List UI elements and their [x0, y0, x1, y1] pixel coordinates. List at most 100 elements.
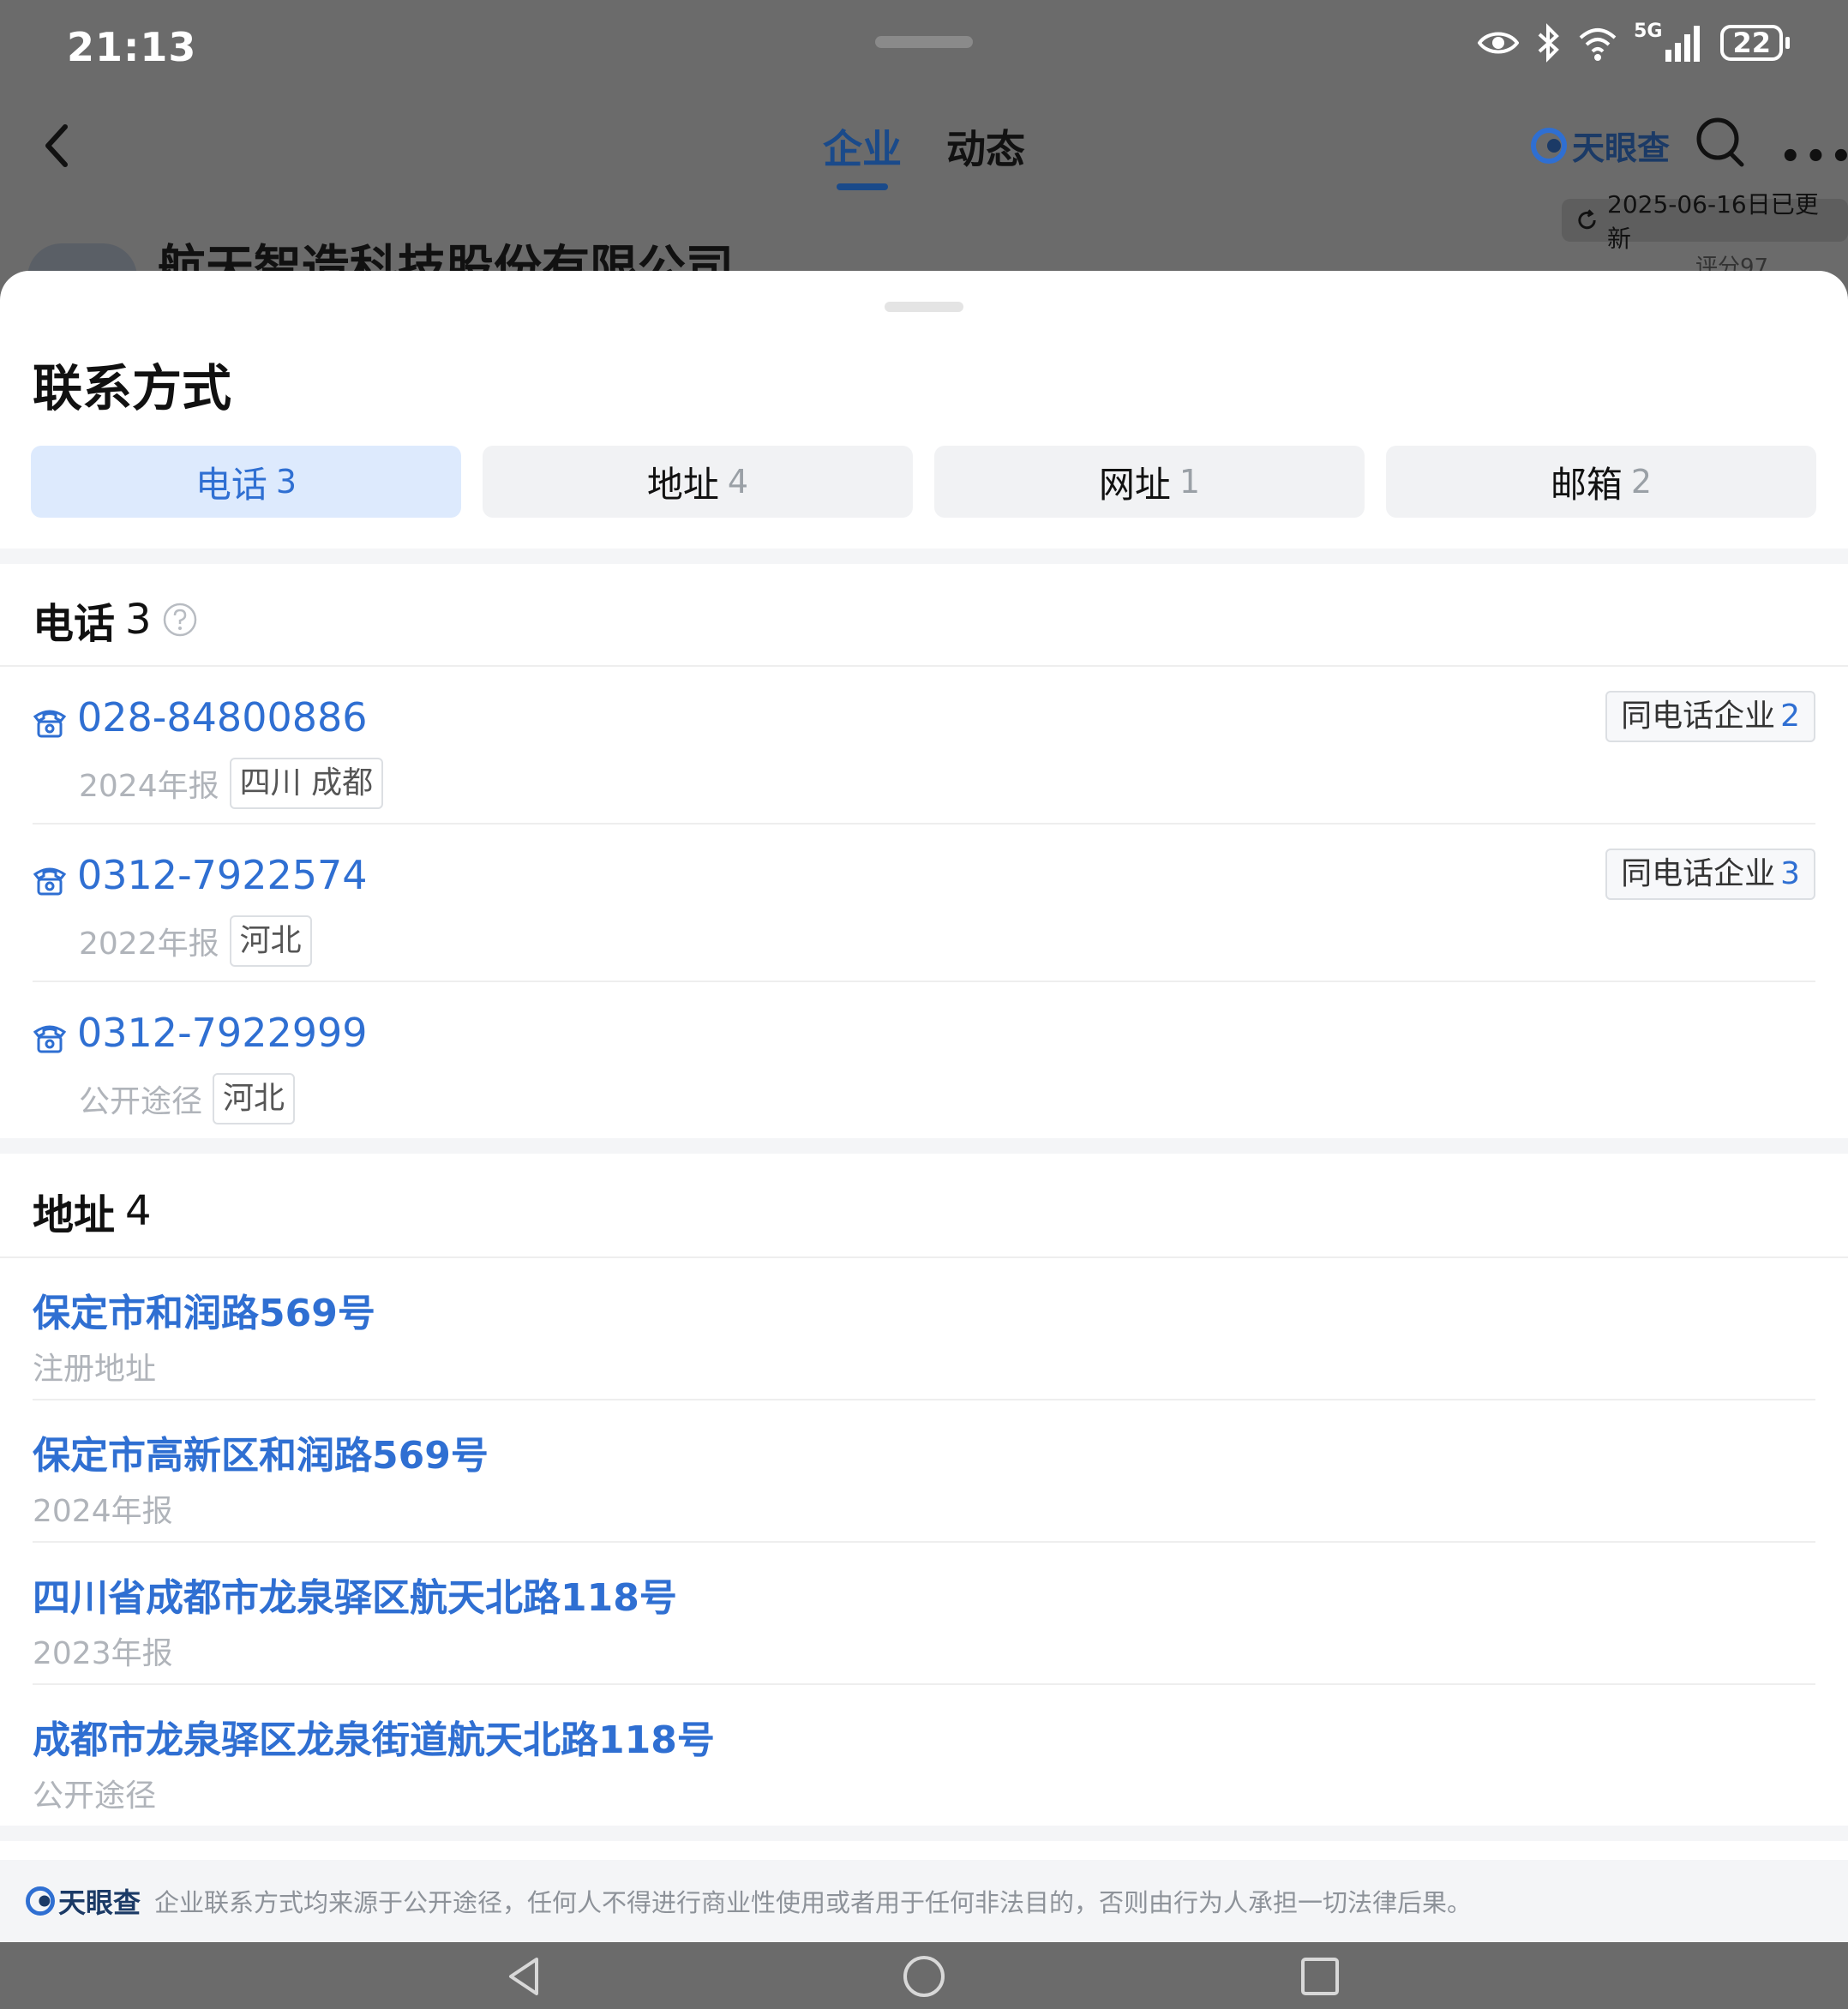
address-source: 注册地址	[33, 1352, 157, 1387]
nav-home-icon[interactable]	[902, 1954, 946, 1999]
brand-logo: 天眼查	[1531, 122, 1670, 169]
region-tag: 四川 成都	[229, 758, 384, 809]
phone-source: 2024年报	[79, 769, 219, 804]
address-section-title: 地址 4	[33, 1181, 152, 1241]
phone-source: 2022年报	[79, 927, 219, 962]
sheet-title: 联系方式	[33, 359, 232, 417]
company-score: 评分97	[1695, 255, 1769, 271]
divider	[0, 665, 1848, 667]
brand-name: 天眼查	[1572, 129, 1671, 167]
address-item[interactable]: 保定市高新区和润路569号 2024年报	[33, 1424, 1815, 1567]
disclaimer-footer: 天眼查 企业联系方式均来源于公开途径，任何人不得进行商业性使用或者用于任何非法目…	[0, 1860, 1848, 1942]
phone-meta: 2024年报 四川 成都	[79, 758, 384, 809]
telephone-icon	[33, 1025, 67, 1053]
help-icon[interactable]	[162, 602, 198, 638]
same-count: 3	[1780, 856, 1800, 891]
phone-item: 028-84800886 2024年报 四川 成都 同电话企业 2	[33, 691, 1815, 845]
phone-meta: 公开途径 河北	[79, 1073, 296, 1124]
same-label: 同电话企业	[1621, 699, 1776, 734]
app-top-bar: 企业 动态 天眼查 •••	[0, 94, 1848, 197]
phone-meta: 2022年报 河北	[79, 915, 312, 967]
tab-company[interactable]: 企业	[823, 118, 902, 175]
region-tag: 河北	[213, 1073, 296, 1124]
tab-address[interactable]: 地址 4	[483, 446, 913, 518]
address-text[interactable]: 保定市和润路569号	[33, 1282, 375, 1337]
status-bar: 21:13 5G 22	[0, 0, 1848, 94]
network-type: 5G	[1634, 20, 1663, 42]
footer-brand-name: 天眼查	[58, 1886, 141, 1919]
tab-label: 地址	[646, 463, 719, 506]
tab-count: 4	[727, 463, 749, 501]
sheet-drag-handle[interactable]	[885, 302, 963, 312]
wifi-icon	[1579, 28, 1617, 61]
section-count: 4	[125, 1187, 152, 1235]
brand-mark-icon	[1531, 127, 1567, 164]
nav-recents-icon[interactable]	[1298, 1954, 1342, 1999]
more-icon[interactable]: •••	[1779, 137, 1848, 177]
tab-count: 1	[1179, 463, 1201, 501]
address-text[interactable]: 成都市龙泉驿区龙泉街道航天北路118号	[33, 1709, 715, 1764]
tab-label: 邮箱	[1550, 463, 1623, 506]
update-status-chip: 2025-06-16日已更新	[1562, 190, 1848, 253]
search-icon[interactable]	[1694, 115, 1749, 170]
contact-sheet: 联系方式 电话 3 地址 4 网址 1 邮箱 2 电话 3 028-84800886 2…	[0, 271, 1848, 1942]
battery-icon: 22	[1720, 25, 1790, 61]
telephone-icon	[33, 710, 67, 738]
tab-phone[interactable]: 电话 3	[31, 446, 461, 518]
phone-item: 0312-7922574 2022年报 河北 同电话企业 3	[33, 849, 1815, 1003]
bluetooth-icon	[1538, 23, 1559, 63]
divider	[33, 981, 1815, 982]
back-icon[interactable]	[31, 115, 82, 177]
tab-website[interactable]: 网址 1	[934, 446, 1365, 518]
tab-label: 电话	[195, 463, 267, 506]
section-count: 3	[125, 596, 152, 644]
same-phone-companies-button[interactable]: 同电话企业 2	[1605, 691, 1815, 742]
updated-text: 2025-06-16日已更新	[1607, 190, 1819, 253]
address-text[interactable]: 四川省成都市龙泉驿区航天北路118号	[33, 1567, 677, 1622]
refresh-icon	[1578, 209, 1596, 230]
tab-count: 2	[1630, 463, 1653, 501]
address-text[interactable]: 保定市高新区和润路569号	[33, 1424, 489, 1479]
phone-number[interactable]: 0312-7922999	[77, 1010, 368, 1056]
region-tag: 河北	[229, 915, 312, 967]
divider	[0, 1256, 1848, 1258]
tab-email[interactable]: 邮箱 2	[1386, 446, 1816, 518]
phone-section-title: 电话 3	[33, 590, 198, 650]
phone-item: 0312-7922999 公开途径 河北	[33, 1006, 1815, 1160]
section-title-text: 电话	[33, 600, 116, 648]
tab-label: 网址	[1098, 463, 1171, 506]
tab-active-indicator	[837, 183, 888, 190]
address-source: 公开途径	[33, 1778, 157, 1814]
divider	[33, 1399, 1815, 1400]
address-item[interactable]: 保定市和润路569号 注册地址	[33, 1282, 1815, 1424]
same-label: 同电话企业	[1621, 856, 1776, 891]
divider	[33, 1683, 1815, 1685]
system-navigation-bar	[0, 1942, 1848, 2009]
eye-icon	[1478, 32, 1520, 54]
company-name: 航天智造科技股份有限公司	[158, 241, 734, 271]
address-item[interactable]: 四川省成都市龙泉驿区航天北路118号 2023年报	[33, 1567, 1815, 1709]
section-divider	[0, 549, 1848, 564]
phone-number[interactable]: 028-84800886	[77, 694, 368, 741]
section-divider	[0, 1826, 1848, 1841]
divider	[33, 823, 1815, 825]
notch-indicator	[875, 36, 973, 48]
divider	[33, 1541, 1815, 1543]
tab-dynamics[interactable]: 动态	[946, 118, 1025, 175]
phone-source: 公开途径	[79, 1084, 203, 1119]
section-title-text: 地址	[33, 1191, 116, 1239]
status-icons: 5G 22	[1478, 20, 1790, 63]
footer-brand-logo: 天眼查	[26, 1881, 141, 1921]
telephone-icon	[33, 867, 67, 896]
status-time: 21:13	[67, 24, 197, 70]
nav-back-icon[interactable]	[502, 1954, 547, 1999]
phone-number[interactable]: 0312-7922574	[77, 852, 368, 898]
brand-mark-icon	[26, 1886, 55, 1916]
section-divider	[0, 1138, 1848, 1154]
disclaimer-text: 企业联系方式均来源于公开途径，任何人不得进行商业性使用或者用于任何非法目的，否则…	[154, 1888, 1473, 1917]
tab-count: 3	[275, 463, 297, 501]
same-phone-companies-button[interactable]: 同电话企业 3	[1605, 849, 1815, 900]
address-source: 2023年报	[33, 1636, 173, 1671]
signal-icon	[1665, 26, 1701, 62]
same-count: 2	[1780, 699, 1800, 734]
